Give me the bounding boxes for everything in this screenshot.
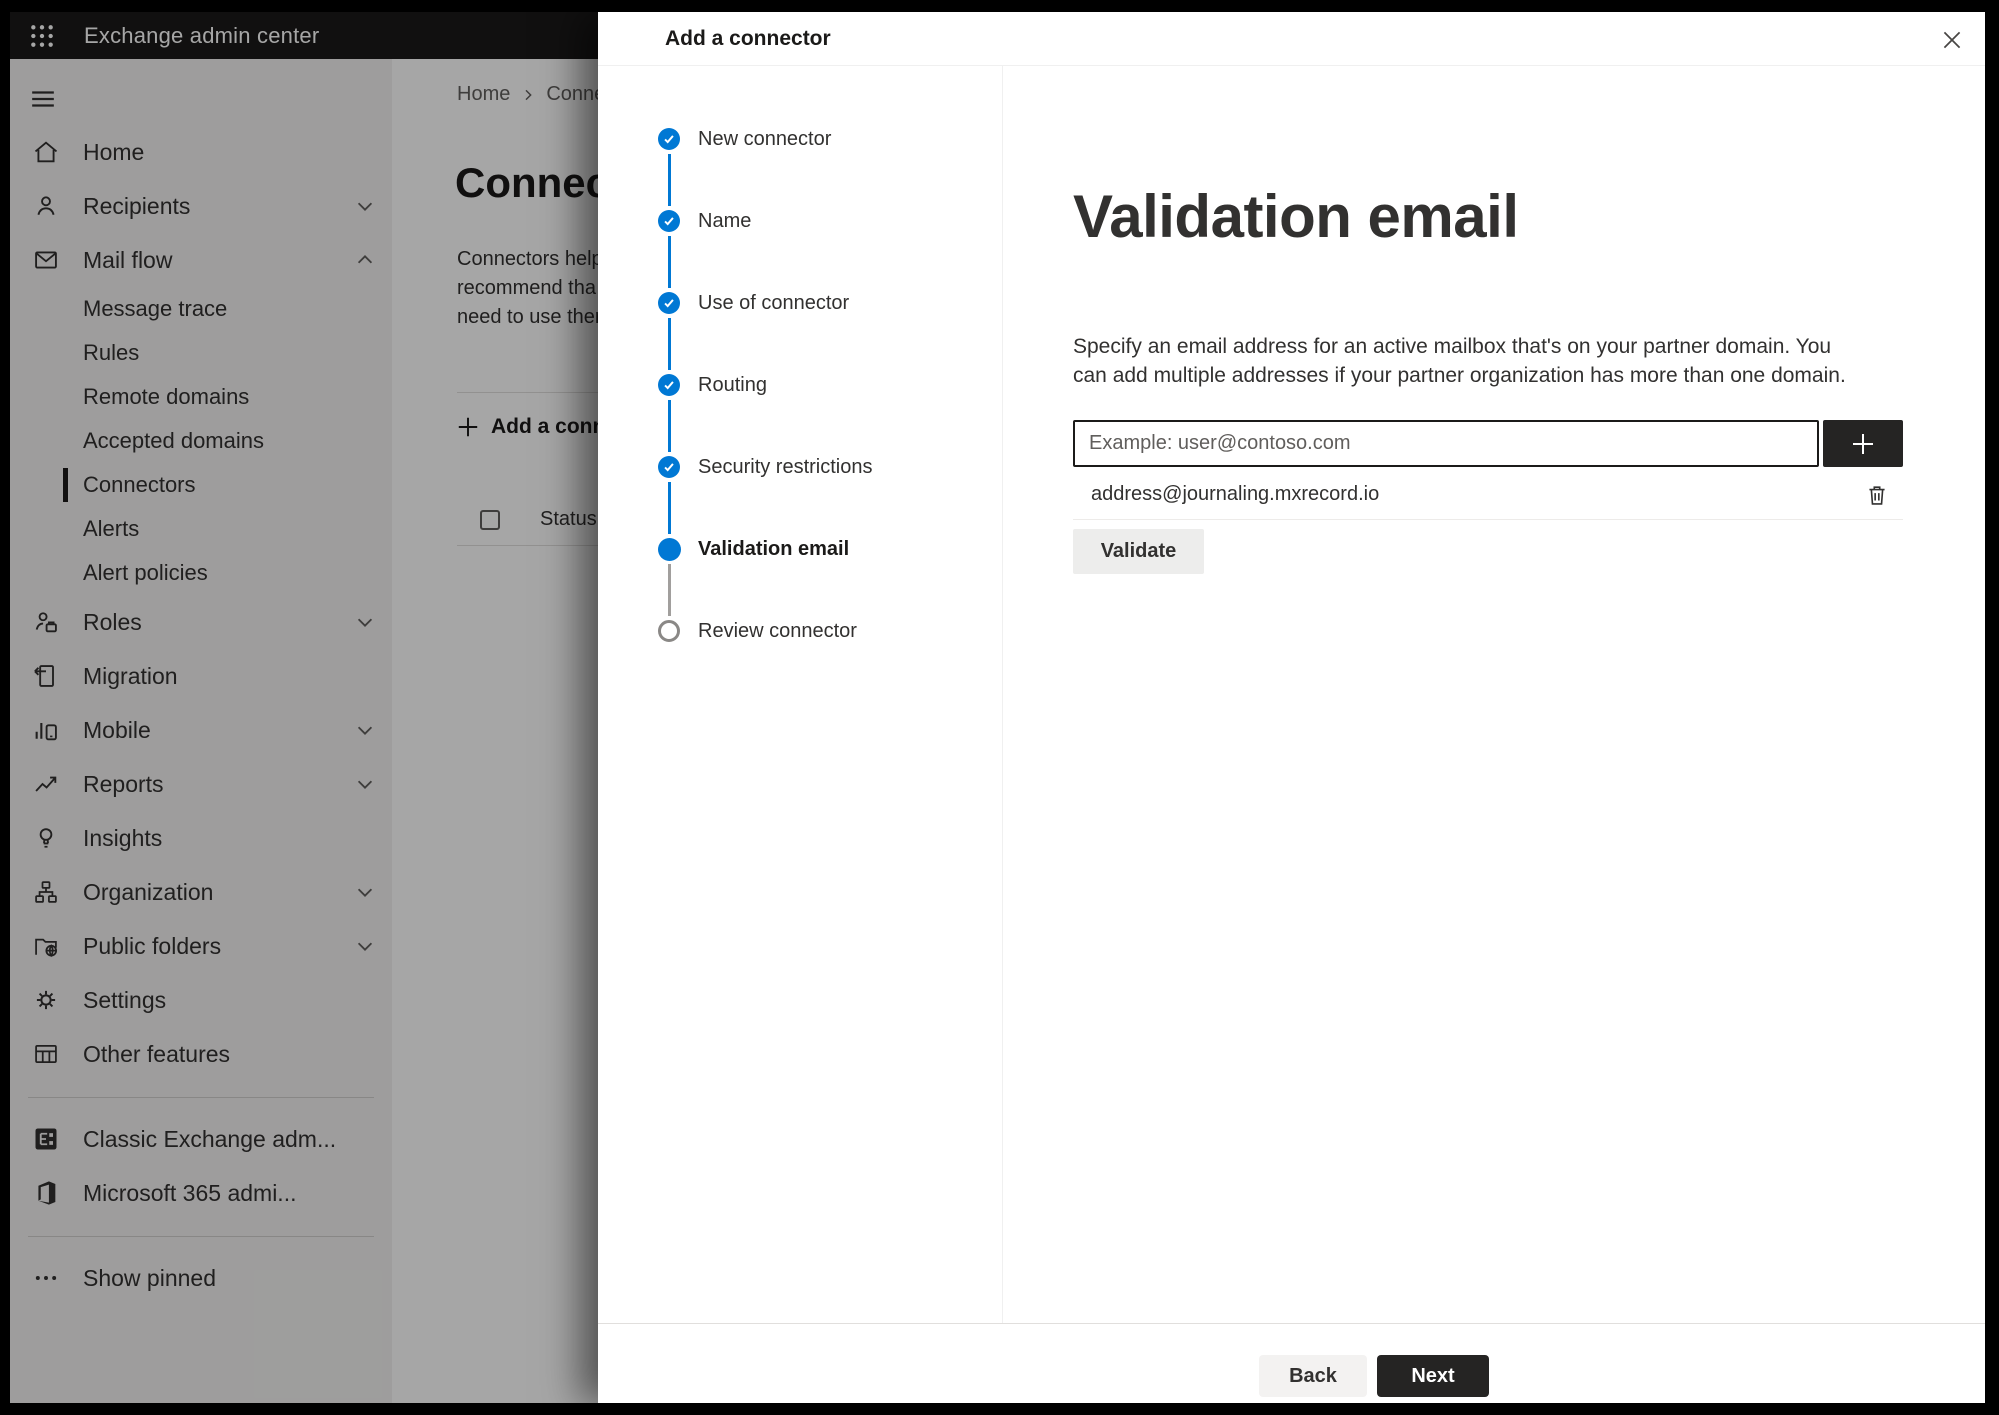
plus-icon xyxy=(1853,433,1873,454)
wizard-step-new-connector[interactable]: New connector xyxy=(658,128,1002,210)
wizard-steps: New connector Name Use of connector Rout… xyxy=(598,66,1003,1323)
step-check-icon xyxy=(658,374,680,396)
wizard-step-review-connector[interactable]: Review connector xyxy=(658,620,1002,702)
wizard-step-name[interactable]: Name xyxy=(658,210,1002,292)
step-description: Specify an email address for an active m… xyxy=(1073,335,1846,387)
delete-email-button[interactable] xyxy=(1859,477,1895,513)
trash-icon xyxy=(1869,485,1885,505)
next-button[interactable]: Next xyxy=(1377,1355,1489,1397)
step-check-icon xyxy=(658,210,680,232)
step-upcoming-dot xyxy=(658,620,680,642)
panel-body: New connector Name Use of connector Rout… xyxy=(598,66,1985,1323)
add-connector-panel: Add a connector New connector Name Use o… xyxy=(598,12,1985,1403)
step-check-icon xyxy=(658,292,680,314)
screen: Exchange admin center Home Recipients Ma… xyxy=(10,12,1985,1403)
step-current-dot xyxy=(658,538,681,561)
panel-title: Add a connector xyxy=(665,27,831,50)
validate-button[interactable]: Validate xyxy=(1073,529,1204,574)
wizard-step-security-restrictions[interactable]: Security restrictions xyxy=(658,456,1002,538)
email-address-row: address@journaling.mxrecord.io xyxy=(1073,470,1903,520)
close-icon[interactable] xyxy=(1935,23,1969,57)
panel-header: Add a connector xyxy=(598,12,1985,66)
wizard-step-validation-email[interactable]: Validation email xyxy=(658,538,1002,620)
step-heading: Validation email xyxy=(1073,183,1519,250)
email-input-row xyxy=(1073,420,1903,467)
email-input[interactable] xyxy=(1073,420,1819,467)
wizard-step-use-of-connector[interactable]: Use of connector xyxy=(658,292,1002,374)
validation-email-step-content: Validation email Specify an email addres… xyxy=(1003,66,1985,1323)
email-address: address@journaling.mxrecord.io xyxy=(1091,483,1380,505)
back-button[interactable]: Back xyxy=(1259,1355,1367,1397)
wizard-step-routing[interactable]: Routing xyxy=(658,374,1002,456)
panel-footer: Back Next xyxy=(598,1323,1985,1403)
step-check-icon xyxy=(658,128,680,150)
add-email-button[interactable] xyxy=(1823,420,1903,467)
step-check-icon xyxy=(658,456,680,478)
